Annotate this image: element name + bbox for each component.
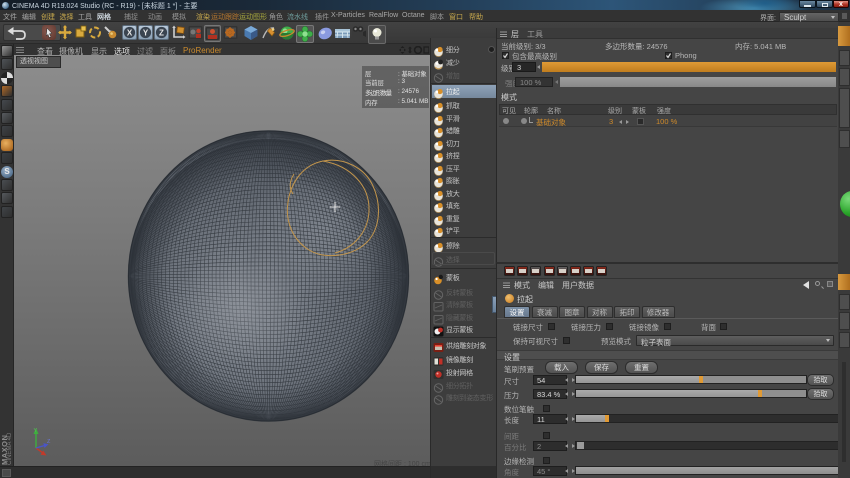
svg-text:Y: Y (143, 29, 149, 38)
svg-text:Z: Z (159, 29, 164, 38)
svg-text:Z: Z (47, 439, 51, 445)
svg-text:X: X (127, 29, 133, 38)
svg-text:Y: Y (34, 428, 38, 434)
